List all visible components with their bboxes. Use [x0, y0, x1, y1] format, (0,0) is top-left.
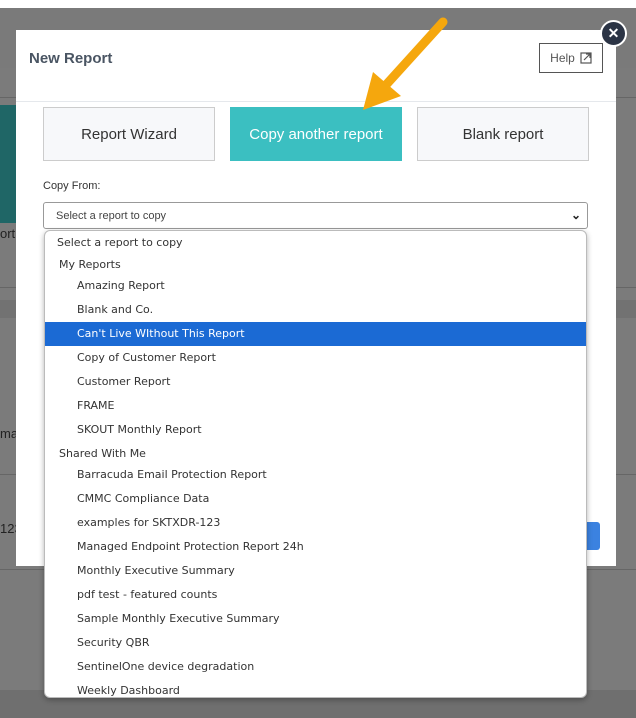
close-icon[interactable]: ✕ [600, 20, 627, 47]
dropdown-option[interactable]: Blank and Co. [45, 298, 586, 322]
header-divider [16, 101, 616, 102]
dropdown-option[interactable]: Monthly Executive Summary [45, 559, 586, 583]
help-label: Help [550, 51, 575, 65]
select-value: Select a report to copy [56, 210, 167, 222]
external-link-icon [580, 52, 592, 64]
dropdown-option[interactable]: SKOUT Monthly Report [45, 418, 586, 442]
dropdown-option[interactable]: Security QBR [45, 631, 586, 655]
dropdown-option[interactable]: CMMC Compliance Data [45, 487, 586, 511]
dropdown-option-placeholder[interactable]: Select a report to copy [45, 232, 586, 253]
dialog-title: New Report [29, 50, 113, 67]
dropdown-option-highlighted[interactable]: Can't Live WIthout This Report [45, 322, 586, 346]
blank-report-button[interactable]: Blank report [417, 107, 589, 161]
dropdown-option[interactable]: examples for SKTXDR-123 [45, 511, 586, 535]
copy-another-report-button[interactable]: Copy another report [230, 107, 402, 161]
group-my-reports: My Reports [59, 258, 121, 271]
report-dropdown-list[interactable]: Select a report to copy My Reports Amazi… [44, 230, 587, 698]
chevron-down-icon: ⌄ [570, 208, 581, 222]
dropdown-option[interactable]: Managed Endpoint Protection Report 24h [45, 535, 586, 559]
dropdown-option[interactable]: pdf test - featured counts [45, 583, 586, 607]
dropdown-option[interactable]: Barracuda Email Protection Report [45, 463, 586, 487]
dropdown-option[interactable]: Customer Report [45, 370, 586, 394]
dropdown-option[interactable]: Amazing Report [45, 274, 586, 298]
help-button[interactable]: Help [539, 43, 603, 73]
report-wizard-button[interactable]: Report Wizard [43, 107, 215, 161]
copy-from-select[interactable]: Select a report to copy ⌄ [43, 202, 588, 229]
dropdown-option[interactable]: SentinelOne device degradation [45, 655, 586, 679]
copy-from-label: Copy From: [43, 180, 101, 192]
background-text: ort [0, 226, 16, 241]
dropdown-option[interactable]: Copy of Customer Report [45, 346, 586, 370]
group-shared-with-me: Shared With Me [59, 447, 146, 460]
dropdown-option[interactable]: Sample Monthly Executive Summary [45, 607, 586, 631]
dropdown-option[interactable]: Weekly Dashboard [45, 679, 586, 697]
annotation-arrow-icon [363, 17, 448, 110]
dropdown-option[interactable]: FRAME [45, 394, 586, 418]
background-banner [0, 105, 16, 223]
